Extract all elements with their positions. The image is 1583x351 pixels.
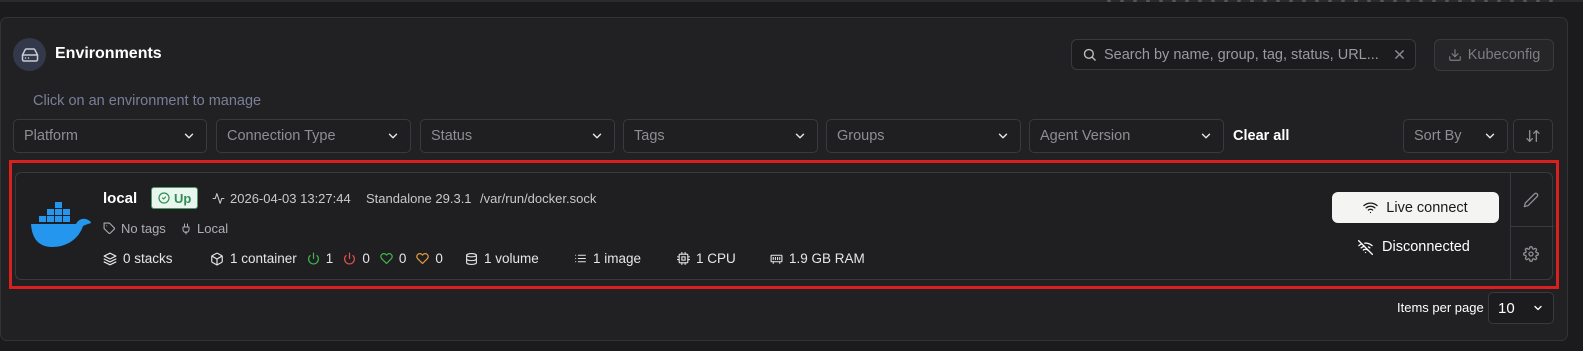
unhealthy-count: 0 xyxy=(435,251,443,266)
check-circle-icon xyxy=(158,192,170,204)
heartbeat-time: 2026-04-03 13:27:44 xyxy=(230,191,351,206)
power-stopped-icon xyxy=(343,252,356,265)
running-count: 1 xyxy=(325,251,334,266)
ram-amount: 1.9 GB RAM xyxy=(770,251,865,266)
connection-type: Local xyxy=(180,221,228,236)
gear-icon[interactable] xyxy=(1523,246,1539,262)
connection-status: Disconnected xyxy=(1358,239,1470,255)
filter-platform[interactable]: Platform xyxy=(13,119,207,153)
activity-icon xyxy=(212,192,225,205)
images-count: 1 image xyxy=(574,251,641,266)
containers-text: 1 container xyxy=(230,251,297,266)
volumes-count: 1 volume xyxy=(465,251,539,266)
kubeconfig-label: Kubeconfig xyxy=(1467,47,1541,63)
clear-search-icon[interactable] xyxy=(1394,49,1405,60)
live-connect-label: Live connect xyxy=(1386,199,1468,216)
environment-url: /var/run/docker.sock xyxy=(480,191,597,206)
chevron-down-icon xyxy=(793,129,807,143)
hard-drive-icon xyxy=(13,38,46,71)
wifi-off-icon xyxy=(1358,239,1373,255)
items-per-page-select[interactable]: 10 xyxy=(1488,292,1554,324)
chevron-down-icon xyxy=(1483,129,1497,143)
connection-text: Local xyxy=(197,221,229,236)
manage-hint: Click on an environment to manage xyxy=(33,93,262,109)
download-icon xyxy=(1448,48,1462,62)
status-text: Up xyxy=(174,190,192,206)
filter-connection-type[interactable]: Connection Type xyxy=(216,119,411,153)
ram-text: 1.9 GB RAM xyxy=(789,251,865,266)
plug-icon xyxy=(180,223,192,235)
environment-type: Standalone 29.3.1 xyxy=(366,191,472,206)
chevron-down-icon xyxy=(386,129,400,143)
list-icon xyxy=(574,252,587,265)
search-placeholder: Search by name, group, tag, status, URL.… xyxy=(1104,46,1379,63)
stopped-count: 0 xyxy=(362,251,370,266)
filter-groups[interactable]: Groups xyxy=(826,119,1021,153)
card-actions xyxy=(1510,172,1554,280)
power-running-icon xyxy=(307,252,320,265)
healthy-count: 0 xyxy=(398,251,407,266)
chevron-down-icon xyxy=(182,129,196,143)
filter-status[interactable]: Status xyxy=(420,119,615,153)
filter-label: Connection Type xyxy=(227,128,336,144)
containers-count: 1 container 1 0 0 0 xyxy=(210,251,443,266)
heart-unhealthy-icon xyxy=(416,252,430,265)
filter-agent-version[interactable]: Agent Version xyxy=(1029,119,1224,153)
page-title: Environments xyxy=(55,45,162,62)
chevron-down-icon xyxy=(590,129,604,143)
stacks-text: 0 stacks xyxy=(123,251,173,266)
layers-icon xyxy=(103,252,117,266)
search-input[interactable]: Search by name, group, tag, status, URL.… xyxy=(1071,39,1416,70)
docker-whale-icon xyxy=(30,202,92,248)
heart-healthy-icon xyxy=(380,252,393,265)
sort-by-select[interactable]: Sort By xyxy=(1403,119,1508,153)
memory-icon xyxy=(770,252,783,265)
tags: No tags xyxy=(103,221,166,236)
chevron-down-icon xyxy=(1532,302,1544,314)
box-icon xyxy=(210,252,224,266)
cpu-text: 1 CPU xyxy=(696,251,736,266)
heartbeat: 2026-04-03 13:27:44 xyxy=(212,191,351,206)
chevron-down-icon xyxy=(1199,129,1213,143)
filter-tags[interactable]: Tags xyxy=(623,119,818,153)
clear-all-button[interactable]: Clear all xyxy=(1233,128,1289,144)
status-badge: Up xyxy=(151,187,199,209)
items-per-page-label: Items per page xyxy=(1397,300,1484,315)
volumes-text: 1 volume xyxy=(484,251,539,266)
wifi-icon xyxy=(1363,200,1379,215)
cpu-count: 1 CPU xyxy=(677,251,736,266)
images-text: 1 image xyxy=(593,251,642,266)
chevron-down-icon xyxy=(996,129,1010,143)
filter-label: Agent Version xyxy=(1040,128,1131,144)
stacks-count: 0 stacks xyxy=(103,251,173,266)
top-dots xyxy=(1107,0,1553,3)
cpu-icon xyxy=(677,252,690,265)
environment-name[interactable]: local xyxy=(103,190,137,207)
live-connect-button[interactable]: Live connect xyxy=(1332,192,1499,223)
sort-direction-button[interactable] xyxy=(1513,119,1553,153)
filter-label: Tags xyxy=(634,128,665,144)
kubeconfig-button[interactable]: Kubeconfig xyxy=(1434,39,1554,71)
disconnected-label: Disconnected xyxy=(1382,239,1470,255)
database-icon xyxy=(465,252,478,266)
items-per-page-value: 10 xyxy=(1498,299,1515,317)
tags-text: No tags xyxy=(121,221,166,236)
search-icon xyxy=(1082,47,1097,62)
sort-by-label: Sort By xyxy=(1414,128,1462,144)
tag-icon xyxy=(103,222,116,235)
filter-label: Status xyxy=(431,128,473,144)
filter-label: Groups xyxy=(837,128,885,144)
sort-arrows-icon xyxy=(1525,128,1541,144)
edit-icon[interactable] xyxy=(1523,192,1539,208)
filter-label: Platform xyxy=(24,128,78,144)
